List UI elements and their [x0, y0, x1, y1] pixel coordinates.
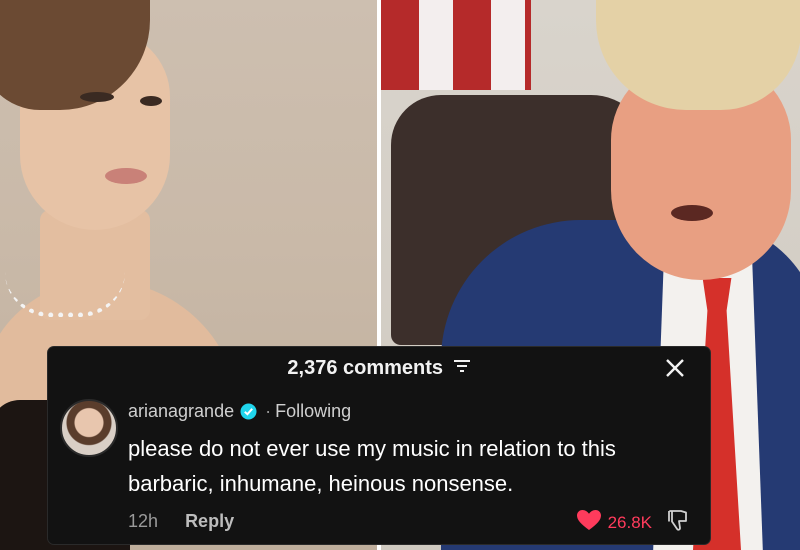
comment-meta-row: 12h Reply	[128, 511, 234, 532]
like-count: 26.8K	[607, 512, 652, 532]
close-icon[interactable]	[664, 357, 686, 379]
follow-status[interactable]: Following	[275, 401, 351, 421]
thumbs-down-icon[interactable]	[666, 508, 690, 537]
comments-count: 2,376 comments	[287, 357, 444, 379]
reply-button[interactable]: Reply	[185, 511, 234, 531]
comment-text: please do not ever use my music in relat…	[128, 436, 616, 496]
comment-panel: 2,376 comments arianagrande · Following pl…	[48, 347, 710, 544]
comment-time: 12h	[128, 511, 159, 531]
comment-author-row: arianagrande · Following	[128, 401, 351, 425]
username[interactable]: arianagrande	[128, 401, 234, 421]
avatar[interactable]	[60, 399, 118, 457]
filter-icon[interactable]	[453, 357, 471, 380]
likes-area: 26.8K	[576, 508, 690, 537]
heart-icon[interactable]	[576, 509, 602, 536]
flag-shape	[381, 0, 531, 90]
eye-shape	[80, 92, 114, 102]
mouth-shape	[671, 205, 713, 221]
eye-shape	[140, 96, 162, 106]
verified-badge-icon	[240, 403, 257, 425]
lips-shape	[105, 168, 147, 184]
comments-header[interactable]: 2,376 comments	[48, 357, 710, 380]
separator: ·	[265, 401, 272, 421]
